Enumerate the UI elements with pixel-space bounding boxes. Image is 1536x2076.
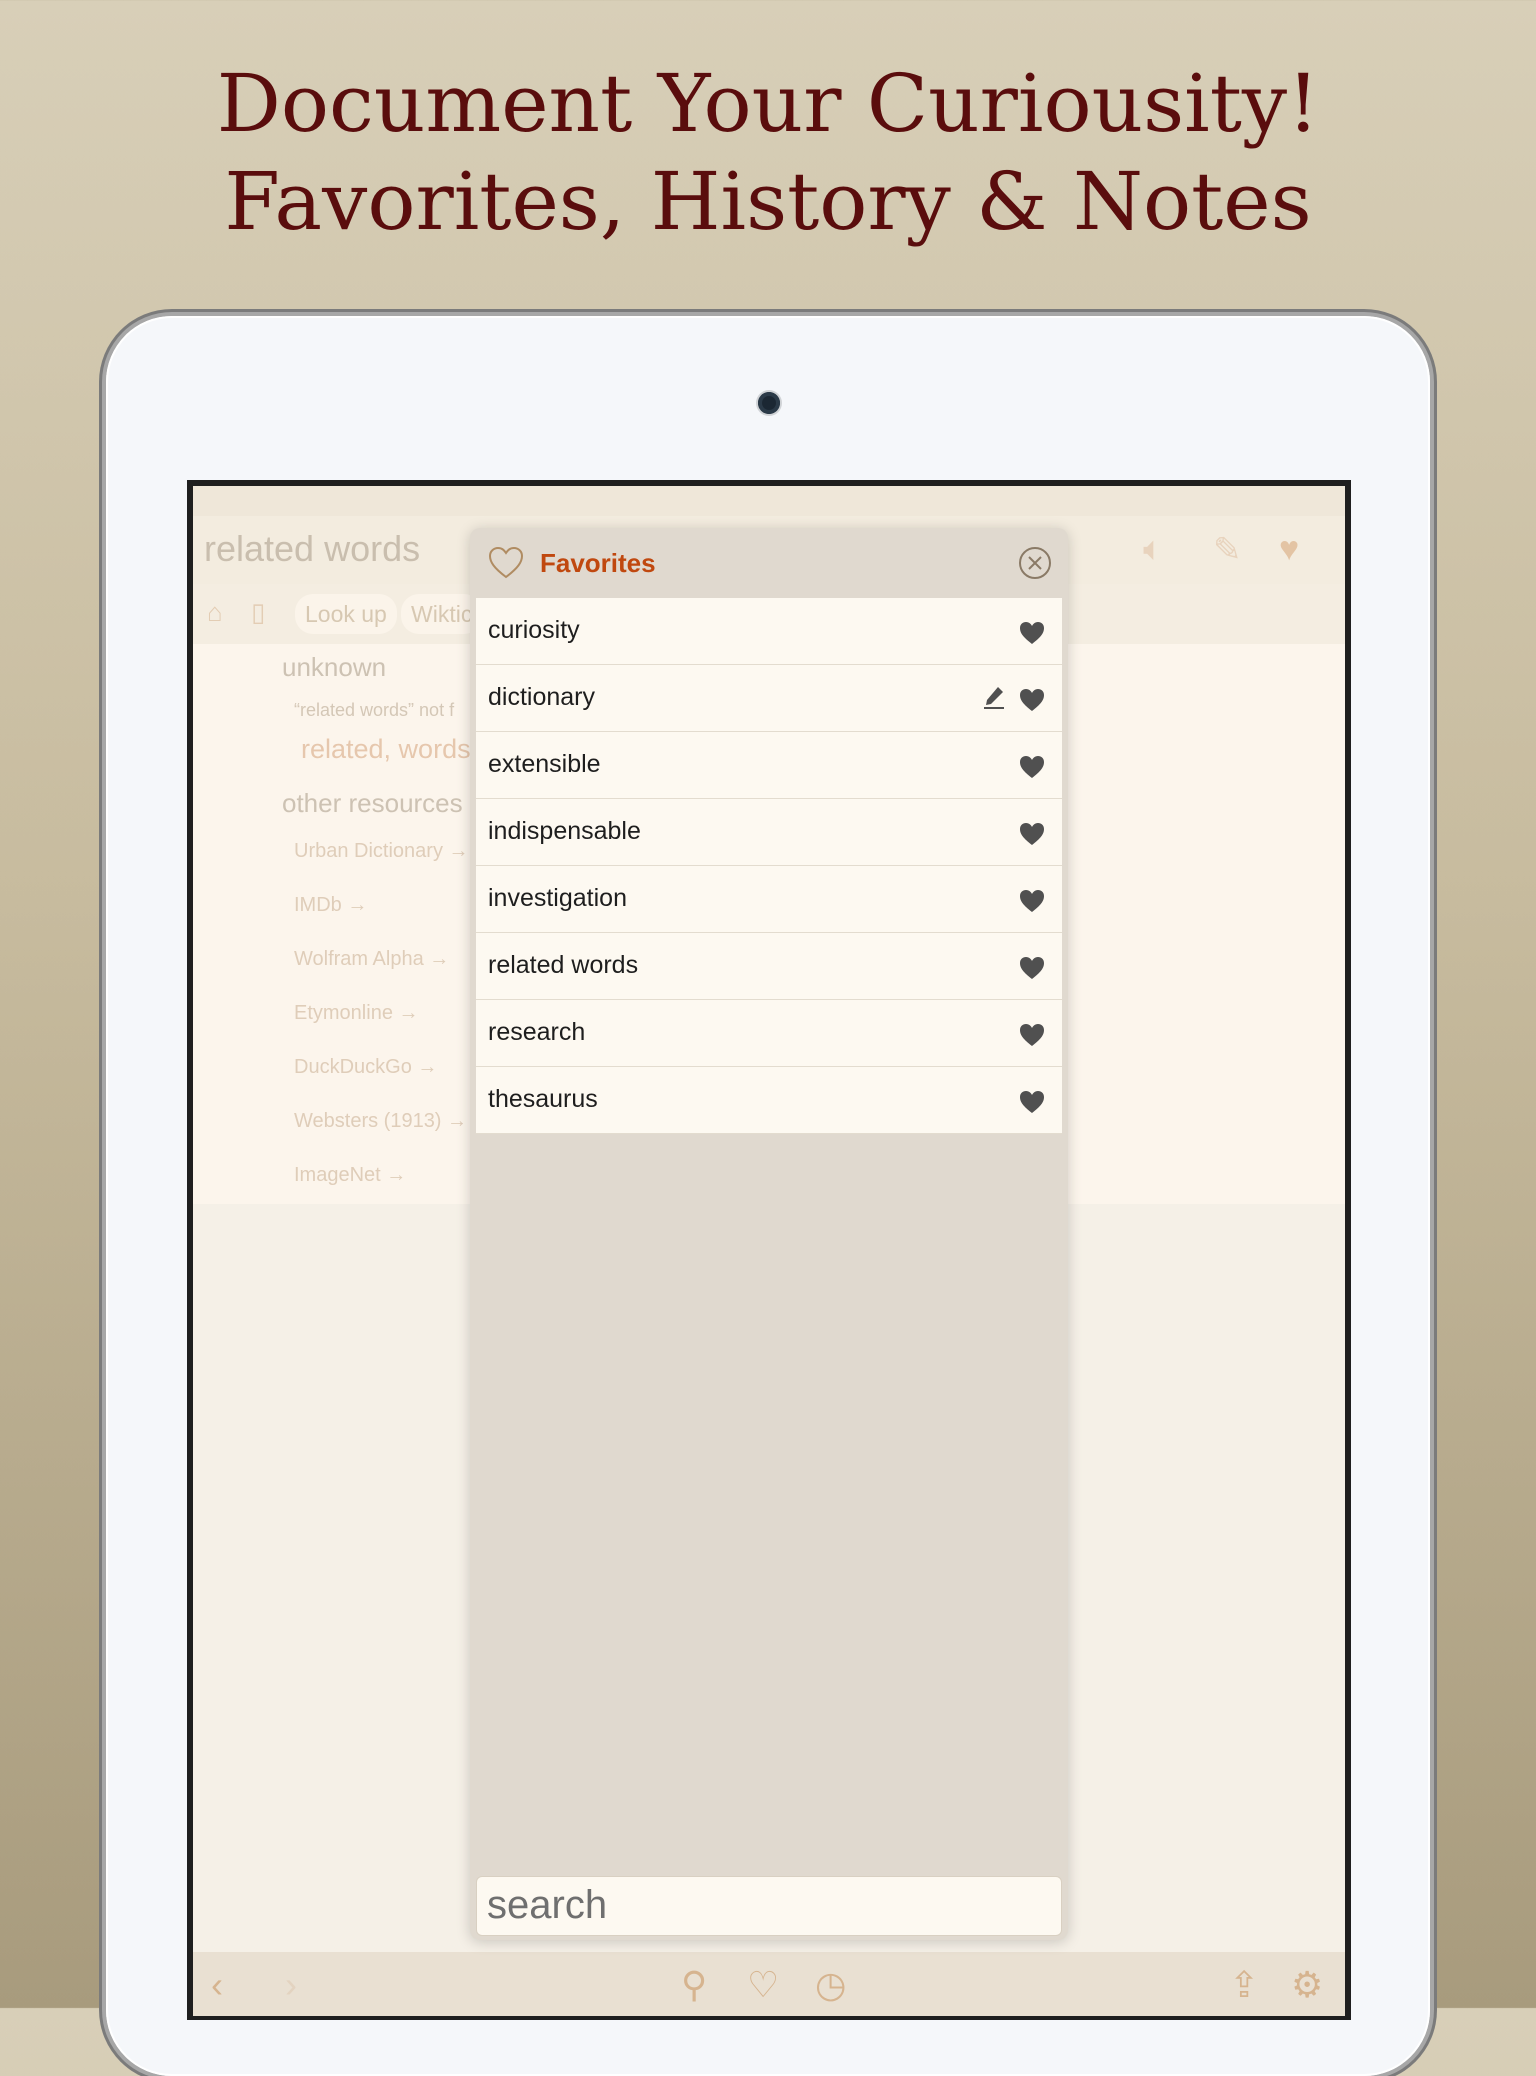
status-bar <box>193 486 1345 516</box>
item-label: curiosity <box>488 616 580 644</box>
list-item[interactable]: indispensable <box>476 799 1062 866</box>
history-icon[interactable]: ◷ <box>815 1964 846 2006</box>
item-label: dictionary <box>488 683 595 711</box>
bottom-toolbar: ‹ › ⚲ ♡ ◷ ⇪ ⚙ <box>193 1952 1345 2016</box>
search-icon[interactable]: ⚲ <box>681 1964 707 2006</box>
split-words: related, words <box>301 734 471 764</box>
link-imagenet[interactable]: ImageNet → <box>294 1164 406 1187</box>
section-unknown: unknown <box>282 652 387 682</box>
heart-filled-icon[interactable] <box>1018 687 1046 713</box>
list-item[interactable]: investigation <box>476 866 1062 933</box>
heart-filled-icon[interactable] <box>1018 1089 1046 1115</box>
favorites-title: Favorites <box>540 548 656 578</box>
home-icon[interactable]: ⌂ <box>207 597 223 628</box>
list-item[interactable]: extensible <box>476 732 1062 799</box>
settings-icon[interactable]: ⚙ <box>1291 1964 1323 2006</box>
heart-filled-icon[interactable] <box>1018 1022 1046 1048</box>
item-label: research <box>488 1018 586 1046</box>
item-label: extensible <box>488 750 601 778</box>
share-icon[interactable]: ⇪ <box>1229 1964 1259 2006</box>
favorites-header: Favorites <box>470 528 1068 598</box>
link-websters[interactable]: Websters (1913) → <box>294 1110 467 1133</box>
speaker-icon[interactable]: 🔈︎ <box>1143 530 1163 569</box>
link-duckduckgo[interactable]: DuckDuckGo → <box>294 1056 437 1079</box>
heart-outline-icon <box>488 546 524 579</box>
link-urban-dictionary[interactable]: Urban Dictionary → <box>294 840 469 863</box>
note-icon <box>984 687 1004 709</box>
search-input[interactable]: search <box>476 1876 1062 1936</box>
heart-filled-icon[interactable] <box>1018 821 1046 847</box>
search-placeholder: search <box>487 1883 608 1927</box>
list-item[interactable]: dictionary <box>476 665 1062 732</box>
clipboard-icon[interactable]: ▯ <box>251 597 265 628</box>
close-icon[interactable] <box>1018 546 1052 580</box>
link-imdb[interactable]: IMDb → <box>294 894 367 917</box>
link-wolfram-alpha[interactable]: Wolfram Alpha → <box>294 948 449 971</box>
note-icon[interactable]: ✎ <box>1213 530 1242 570</box>
item-label: investigation <box>488 884 627 912</box>
heart-filled-icon[interactable] <box>1018 620 1046 646</box>
headline-line-1: Document Your Curiousity! <box>216 57 1320 150</box>
heart-filled-icon[interactable] <box>1018 754 1046 780</box>
link-etymonline[interactable]: Etymonline → <box>294 1002 419 1025</box>
list-item[interactable]: related words <box>476 933 1062 1000</box>
heart-filled-icon[interactable] <box>1018 955 1046 981</box>
list-item[interactable]: research <box>476 1000 1062 1067</box>
section-other-resources: other resources <box>282 788 463 818</box>
tab-look-up[interactable]: Look up <box>295 594 397 634</box>
page-title: related words <box>204 528 421 569</box>
forward-icon[interactable]: › <box>285 1964 297 2006</box>
favorites-popover: Favorites curiosity dictionary extensibl… <box>470 528 1068 1940</box>
item-label: indispensable <box>488 817 641 845</box>
heart-filled-icon[interactable] <box>1018 888 1046 914</box>
item-label: related words <box>488 951 639 979</box>
list-item[interactable]: curiosity <box>476 598 1062 665</box>
list-item[interactable]: thesaurus <box>476 1067 1062 1134</box>
not-found-text: “related words” not f <box>294 700 455 720</box>
back-icon[interactable]: ‹ <box>211 1964 223 2006</box>
favorites-icon[interactable]: ♡ <box>747 1964 779 2006</box>
item-label: thesaurus <box>488 1085 598 1113</box>
camera-icon <box>758 392 780 414</box>
favorites-list: curiosity dictionary extensible indispen… <box>476 598 1062 1134</box>
headline-line-2: Favorites, History & Notes <box>224 155 1312 248</box>
heart-icon[interactable]: ♥ <box>1279 530 1299 569</box>
